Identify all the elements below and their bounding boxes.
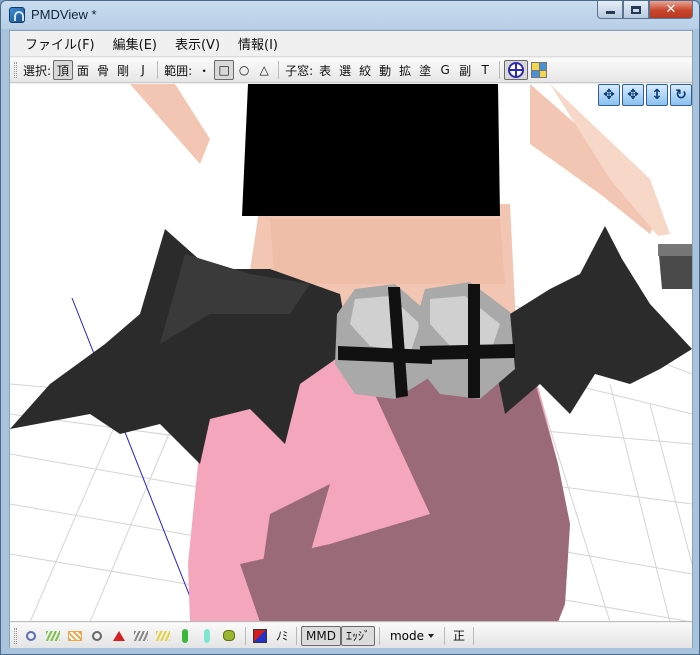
child-move-button[interactable]: 動 [375,60,395,80]
mode-dropdown[interactable]: mode [384,629,440,643]
mode-label: mode [389,628,425,643]
menu-bar: ファイル(F) 編集(E) 表示(V) 情報(I) [10,31,692,57]
child-filter-button[interactable]: 絞 [355,60,375,80]
close-icon: ✕ [665,2,677,17]
soft-body-icon [223,630,235,641]
joint-display-button[interactable] [197,626,217,646]
grid-icon [531,62,548,78]
toolbar-separator [499,61,501,79]
title-bar[interactable]: PMDView * ✕ [1,1,699,29]
toolbar-separator [157,61,159,79]
move-xy-icon[interactable]: ✥ [598,84,620,106]
vertex-display-button[interactable] [21,626,41,646]
bottom-toolbar: ﾉﾐ MMD ｴｯｼﾞ mode 正 [10,623,692,648]
toolbar-separator [444,626,446,645]
range-rect-button[interactable]: □ [214,60,235,80]
zoom-icon[interactable]: ↕ [646,84,668,106]
rigid-icon [182,628,188,643]
chevron-down-icon [428,633,435,638]
ik-icon [113,630,125,641]
toolbar-grip[interactable] [14,62,17,78]
main-toolbar: 選択: 頂 面 骨 剛 J 範囲: ・ □ ○ △ 子窓: 表 選 絞 動 拡 … [10,58,692,83]
menu-file[interactable]: ファイル(F) [18,31,102,56]
bone-display-button[interactable] [87,626,107,646]
select-joint-button[interactable]: J [133,60,153,80]
bone-icon [92,630,102,641]
maximize-icon [631,5,641,14]
app-icon [9,7,25,23]
maximize-button[interactable] [623,1,649,19]
mmd-render-button[interactable]: MMD [301,625,341,646]
child-scale-button[interactable]: 拡 [395,60,415,80]
range-point-button[interactable]: ・ [194,60,214,80]
edge-button[interactable]: ｴｯｼﾞ [340,625,375,646]
texture-icon [68,630,82,641]
child-select-button[interactable]: 選 [335,60,355,80]
vertex-icon [26,630,36,641]
child-g-button[interactable]: G [435,60,455,80]
material-color-icon [253,628,267,643]
close-button[interactable]: ✕ [649,1,693,19]
child-table-button[interactable]: 表 [315,60,335,80]
joint-icon [204,628,210,643]
minimize-button[interactable] [597,1,623,19]
menu-info[interactable]: 情報(I) [231,31,285,56]
menu-edit[interactable]: 編集(E) [106,31,164,56]
ik-display-button[interactable] [109,626,129,646]
morph-display-button[interactable] [153,626,173,646]
toolbar-separator [278,61,280,79]
child-sub-button[interactable]: 副 [455,60,475,80]
rotate-icon[interactable]: ↻ [670,84,692,106]
morph-icon [156,630,170,641]
minimize-icon [605,10,615,14]
toolbar-grip[interactable] [14,627,17,644]
soft-body-display-button[interactable] [219,626,239,646]
normal-icon [134,630,148,641]
select-vertex-button[interactable]: 頂 [53,60,74,80]
toolbar-separator [296,626,298,645]
wire-icon [46,630,60,641]
app-window: PMDView * ✕ ファイル(F) 編集(E) 表示(V) 情報(I) 選択… [0,0,700,655]
range-circle-button[interactable]: ○ [234,60,254,80]
menu-view[interactable]: 表示(V) [168,31,227,56]
front-view-button[interactable]: 正 [449,626,469,646]
select-face-button[interactable]: 面 [73,60,93,80]
toolbar-separator [378,626,380,645]
client-area: ファイル(F) 編集(E) 表示(V) 情報(I) 選択: 頂 面 骨 剛 J … [9,30,693,648]
window-title: PMDView * [31,7,97,22]
move-xz-icon[interactable]: ✥ [622,84,644,106]
axis-toggle-button[interactable] [504,60,529,80]
view-navigation-tools: ✥ ✥ ↕ ↻ [598,84,692,106]
toolbar-separator [245,626,246,645]
grid-toggle-button[interactable] [528,60,550,80]
child-paint-button[interactable]: 塗 [415,60,435,80]
child-window-label: 子窓: [285,63,314,78]
select-rigid-button[interactable]: 剛 [113,60,133,80]
select-bone-button[interactable]: 骨 [93,60,113,80]
range-label: 範囲: [164,63,193,78]
material-color-button[interactable] [250,626,270,646]
crosshair-icon [508,62,525,78]
select-label: 選択: [23,63,52,78]
nomi-button[interactable]: ﾉﾐ [272,626,292,646]
child-t-button[interactable]: T [475,60,495,80]
normal-display-button[interactable] [131,626,151,646]
wire-display-button[interactable] [43,626,63,646]
3d-viewport[interactable]: ✥ ✥ ↕ ↻ [10,84,692,622]
range-triangle-button[interactable]: △ [254,60,274,80]
caption-buttons: ✕ [597,1,693,19]
model-render [10,84,692,621]
texture-display-button[interactable] [65,626,85,646]
toolbar-separator [473,626,475,645]
rigid-display-button[interactable] [175,626,195,646]
